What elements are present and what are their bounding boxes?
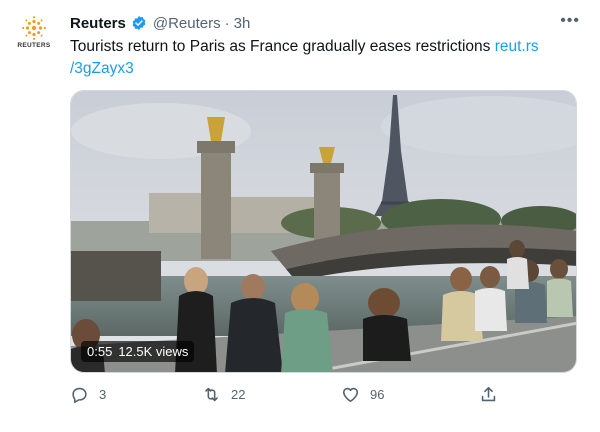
avatar-label: REUTERS [17,42,51,49]
tweet-card[interactable]: REUTERS Reuters @Reuters · 3h ••• Touris… [0,0,600,432]
reply-icon [72,387,87,404]
reuters-logo-icon [22,16,46,40]
tweet-text: Tourists return to Paris as France gradu… [70,36,570,80]
timestamp[interactable]: 3h [234,15,251,32]
tweet-header: Reuters @Reuters · 3h [70,12,250,34]
video-views: 12.5K views [118,344,189,359]
video-player[interactable]: 0:55 12.5K views [70,90,577,373]
reply-count: 3 [99,387,107,402]
avatar[interactable]: REUTERS [12,10,56,54]
share-button[interactable] [479,385,498,404]
separator-dot: · [224,14,230,32]
like-button[interactable]: 96 [341,385,384,404]
verified-badge-icon [132,16,146,30]
retweet-button[interactable]: 22 [202,385,245,404]
video-duration: 0:55 [87,344,113,359]
reply-button[interactable]: 3 [70,385,106,404]
author-name[interactable]: Reuters [70,15,126,32]
retweet-count: 22 [231,387,246,402]
video-thumbnail [71,91,576,372]
video-overlay: 0:55 12.5K views [81,341,195,362]
action-bar: 3 22 96 [70,385,510,407]
like-count: 96 [370,387,385,402]
more-horizontal-icon[interactable]: ••• [560,12,580,30]
retweet-icon [205,387,218,402]
share-icon [481,386,496,402]
tweet-body: Tourists return to Paris as France gradu… [70,38,495,55]
author-handle[interactable]: @Reuters [153,15,221,32]
heart-icon [342,387,359,403]
